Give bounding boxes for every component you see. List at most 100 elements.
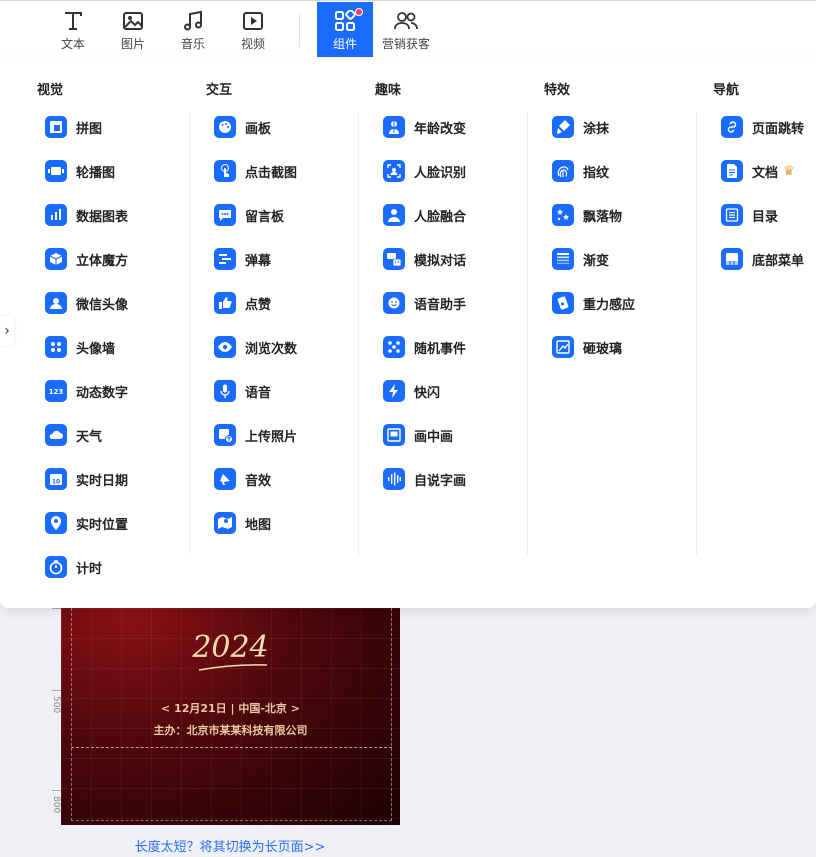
event-organizer-text[interactable]: 主办：北京市某某科技有限公司 — [61, 722, 400, 738]
component-label: 轮播图 — [76, 165, 116, 181]
tool-text[interactable]: 文本 — [45, 2, 101, 58]
component-face-fusion[interactable]: 人脸融合 — [383, 201, 466, 229]
year-title[interactable]: 2024 — [61, 630, 400, 665]
component-picture-in-picture[interactable]: 画中画 — [383, 421, 453, 449]
component-gravity-sensor[interactable]: 重力感应 — [552, 289, 635, 317]
phone-tilt-icon — [552, 292, 574, 314]
component-label: 拼图 — [76, 121, 103, 137]
component-gradient[interactable]: 渐变 — [552, 245, 609, 273]
component-drawing-board[interactable]: 画板 — [214, 113, 271, 141]
components-icon — [334, 2, 356, 32]
tool-marketing[interactable]: 营销获客 — [378, 2, 434, 58]
component-puzzle[interactable]: 拼图 — [45, 113, 102, 141]
fingerprint-icon — [552, 160, 574, 182]
carousel-icon — [45, 160, 67, 182]
component-danmaku[interactable]: 弹幕 — [214, 245, 271, 273]
chat-bot-icon — [383, 248, 405, 270]
component-age-change[interactable]: 年龄改变 — [383, 113, 466, 141]
column-title-interaction: 交互 — [206, 83, 233, 98]
component-live-date[interactable]: 10 实时日期 — [45, 465, 128, 493]
component-live-location[interactable]: 实时位置 — [45, 509, 128, 537]
component-page-jump[interactable]: 页面跳转 — [721, 113, 804, 141]
year-swash-decoration — [198, 664, 268, 671]
component-label: 画板 — [245, 121, 272, 137]
vertical-ruler: 500 800 — [51, 608, 61, 825]
component-weather[interactable]: 天气 — [45, 421, 102, 449]
event-date-text[interactable]: < 12月21日 | 中国-北京 > — [61, 700, 400, 716]
component-label: 模拟对话 — [414, 253, 467, 269]
component-label: 上传照片 — [245, 429, 298, 445]
component-message-board[interactable]: 留言板 — [214, 201, 284, 229]
column-divider — [358, 113, 359, 555]
component-label: 语音 — [245, 385, 272, 401]
falling-stars-icon — [552, 204, 574, 226]
component-upload-photo[interactable]: 上传照片 — [214, 421, 297, 449]
component-voice[interactable]: 语音 — [214, 377, 271, 405]
map-icon — [214, 512, 236, 534]
text-icon — [62, 2, 84, 32]
eye-icon — [214, 336, 236, 358]
column-divider — [696, 113, 697, 555]
component-tap-screenshot[interactable]: 点击截图 — [214, 157, 297, 185]
column-title-effects: 特效 — [544, 83, 571, 98]
component-document[interactable]: 文档 ♛ — [721, 157, 795, 185]
component-smash-glass[interactable]: 砸玻璃 — [552, 333, 622, 361]
gradient-icon — [552, 248, 574, 270]
age-change-icon — [383, 116, 405, 138]
component-label: 语音助手 — [414, 297, 467, 313]
stopwatch-icon — [45, 556, 67, 578]
component-random-event[interactable]: 随机事件 — [383, 333, 466, 361]
component-data-chart[interactable]: 数据图表 — [45, 201, 128, 229]
component-bottom-menu[interactable]: 底部菜单 — [721, 245, 804, 273]
svg-text:123: 123 — [49, 388, 64, 396]
component-view-count[interactable]: 浏览次数 — [214, 333, 297, 361]
component-smear[interactable]: 涂抹 — [552, 113, 609, 141]
component-wechat-avatar[interactable]: 微信头像 — [45, 289, 128, 317]
column-title-fun: 趣味 — [375, 83, 402, 98]
component-fingerprint[interactable]: 指纹 — [552, 157, 609, 185]
page-fold-line — [71, 747, 392, 748]
tool-label: 音乐 — [180, 37, 205, 51]
switch-long-page-link[interactable]: 长度太短？将其切换为长页面>> — [0, 836, 460, 855]
component-falling-objects[interactable]: 飘落物 — [552, 201, 622, 229]
component-cube[interactable]: 立体魔方 — [45, 245, 128, 273]
message-icon — [214, 204, 236, 226]
component-avatar-wall[interactable]: 头像墙 — [45, 333, 115, 361]
component-label: 人脸融合 — [414, 209, 467, 225]
tool-components[interactable]: 组件 — [317, 2, 373, 58]
tool-image[interactable]: 图片 — [105, 2, 161, 58]
component-label: 指纹 — [583, 165, 610, 181]
component-label: 页面跳转 — [752, 121, 805, 137]
component-sound-effect[interactable]: 音效 — [214, 465, 271, 493]
component-carousel[interactable]: 轮播图 — [45, 157, 115, 185]
component-face-recognition[interactable]: 人脸识别 — [383, 157, 466, 185]
puzzle-icon — [45, 116, 67, 138]
video-icon — [242, 2, 264, 32]
component-talking-text[interactable]: 自说字画 — [383, 465, 466, 493]
tool-music[interactable]: 音乐 — [165, 2, 221, 58]
component-map[interactable]: 地图 — [214, 509, 271, 537]
component-dynamic-number[interactable]: 123 动态数字 — [45, 377, 128, 405]
expand-sidebar-button[interactable]: › — [0, 316, 14, 346]
tool-label: 图片 — [120, 37, 145, 51]
component-table-of-contents[interactable]: 目录 — [721, 201, 778, 229]
tool-label: 文本 — [60, 37, 85, 51]
component-label: 头像墙 — [76, 341, 116, 357]
top-toolbar: 文本 图片 音乐 视频 组件 营销获客 — [0, 0, 816, 58]
tool-video[interactable]: 视频 — [225, 2, 281, 58]
component-timer[interactable]: 计时 — [45, 553, 102, 581]
component-voice-assistant[interactable]: 语音助手 — [383, 289, 466, 317]
component-simulated-chat[interactable]: 模拟对话 — [383, 245, 466, 273]
page-canvas[interactable]: 2024 < 12月21日 | 中国-北京 > 主办：北京市某某科技有限公司 — [61, 608, 400, 825]
broken-glass-icon — [552, 336, 574, 358]
component-label: 微信头像 — [76, 297, 129, 313]
chevron-right-icon: › — [4, 323, 10, 339]
component-label: 音效 — [245, 473, 272, 489]
component-like[interactable]: 点赞 — [214, 289, 271, 317]
list-icon — [721, 204, 743, 226]
bottom-menu-icon — [721, 248, 743, 270]
notification-dot — [355, 8, 363, 16]
tap-icon — [214, 160, 236, 182]
toolbar-divider — [299, 13, 300, 47]
component-flash[interactable]: 快闪 — [383, 377, 440, 405]
